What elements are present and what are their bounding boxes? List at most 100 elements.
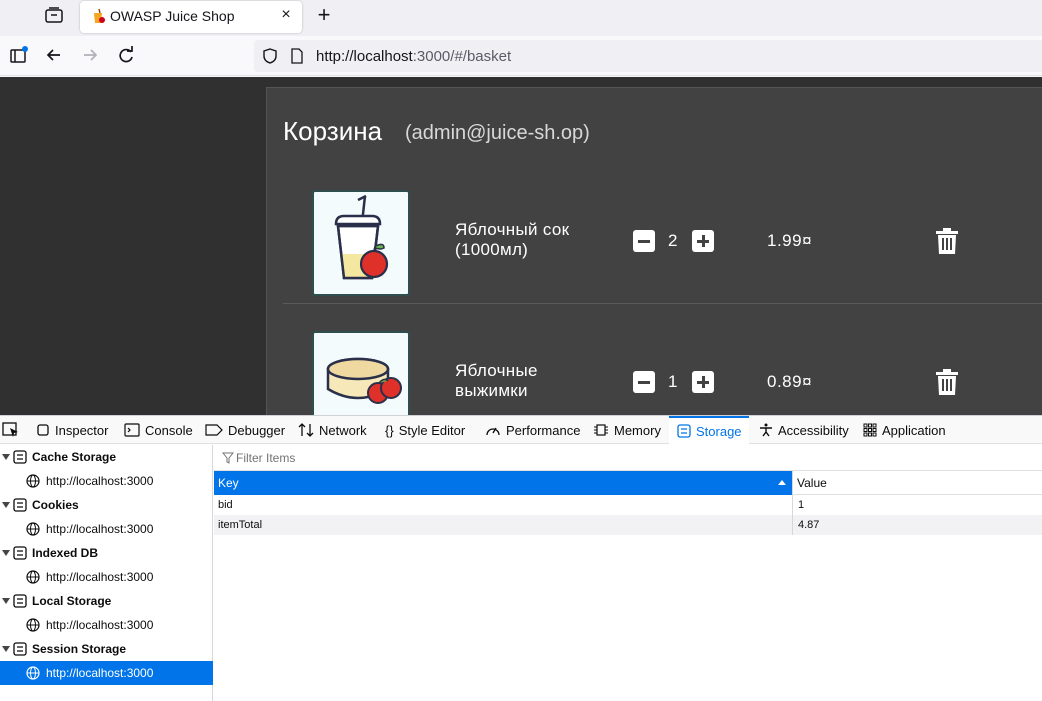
tab-storage[interactable]: Storage xyxy=(669,416,749,444)
url-text: http://localhost:3000/#/basket xyxy=(316,48,511,65)
filter-items-input[interactable] xyxy=(236,449,836,467)
expand-toggle-icon[interactable] xyxy=(2,598,10,604)
tab-application[interactable]: Application xyxy=(863,416,946,444)
performance-icon xyxy=(486,427,500,436)
item-price: 0.89¤ xyxy=(767,372,813,391)
tab-memory[interactable]: Memory xyxy=(593,416,661,444)
tab-network[interactable]: Network xyxy=(298,416,367,444)
storage-category-icon xyxy=(13,450,27,464)
expand-toggle-icon[interactable] xyxy=(2,454,10,460)
forward-icon[interactable] xyxy=(79,44,101,66)
expand-toggle-icon[interactable] xyxy=(2,550,10,556)
quantity-value: 1 xyxy=(668,372,678,391)
page-info-icon[interactable] xyxy=(290,48,304,64)
inspector-icon xyxy=(37,424,49,436)
globe-icon xyxy=(26,570,40,584)
tree-host-item[interactable]: http://localhost:3000 xyxy=(0,565,213,589)
tree-host-label: http://localhost:3000 xyxy=(46,522,154,536)
tree-category-cookies[interactable]: Cookies xyxy=(0,493,213,517)
tree-host-item[interactable]: http://localhost:3000 xyxy=(0,517,213,541)
basket-card: Корзина (admin@juice-sh.op) Яблочный сок… xyxy=(266,87,1042,415)
tree-host-item-selected[interactable]: http://localhost:3000 xyxy=(0,661,213,685)
table-row[interactable]: itemTotal 4.87 xyxy=(214,515,1042,535)
tab-accessibility[interactable]: Accessibility xyxy=(759,416,849,444)
table-cell-value: 4.87 xyxy=(798,519,820,531)
filter-icon xyxy=(222,452,234,464)
tree-category-label: Indexed DB xyxy=(32,546,99,560)
back-icon[interactable] xyxy=(43,44,65,66)
tree-host-item[interactable]: http://localhost:3000 xyxy=(0,469,213,493)
table-cell-key: itemTotal xyxy=(218,519,263,531)
column-header-key[interactable]: Key xyxy=(214,471,792,495)
reload-icon[interactable] xyxy=(115,44,137,66)
tab-console[interactable]: Console xyxy=(124,416,193,444)
page-viewport: Корзина (admin@juice-sh.op) Яблочный сок… xyxy=(0,77,1042,415)
tab-performance[interactable]: Performance xyxy=(485,416,580,444)
quantity-value: 2 xyxy=(668,231,678,250)
tab-label: Debugger xyxy=(228,422,286,438)
globe-icon xyxy=(26,522,40,536)
tab-label: Inspector xyxy=(55,422,109,438)
tab-inspector[interactable]: Inspector xyxy=(36,416,108,444)
console-icon xyxy=(124,423,140,437)
tracking-protection-icon[interactable] xyxy=(262,48,278,64)
url-host: http://localhost xyxy=(316,48,413,65)
tree-category-label: Local Storage xyxy=(32,594,112,608)
decrease-quantity-button[interactable] xyxy=(633,371,655,393)
table-row[interactable]: bid 1 xyxy=(214,495,1042,515)
basket-item-row: Яблочный сок (1000мл) 2 1.99¤ xyxy=(283,178,1042,304)
item-price: 1.99¤ xyxy=(767,231,813,250)
browser-tab[interactable]: OWASP Juice Shop × xyxy=(80,1,302,33)
expand-toggle-icon[interactable] xyxy=(2,502,10,508)
column-divider xyxy=(792,515,793,535)
tab-title: OWASP Juice Shop xyxy=(110,8,235,24)
tree-category-session-storage[interactable]: Session Storage xyxy=(0,637,213,661)
decrease-quantity-button[interactable] xyxy=(633,230,655,252)
globe-icon xyxy=(26,618,40,632)
storage-category-icon xyxy=(13,546,27,560)
style-editor-icon: {} xyxy=(385,422,394,438)
globe-icon xyxy=(26,666,40,680)
column-header-value-label: Value xyxy=(797,476,827,490)
tab-style-editor[interactable]: {} Style Editor xyxy=(385,416,465,444)
tree-category-cache-storage[interactable]: Cache Storage xyxy=(0,445,213,469)
navigation-toolbar: http://localhost:3000/#/basket xyxy=(0,36,1042,76)
column-header-value[interactable]: Value xyxy=(792,471,1042,495)
tab-debugger[interactable]: Debugger xyxy=(205,416,285,444)
tab-overview-icon[interactable] xyxy=(44,6,64,24)
table-cell-value: 1 xyxy=(798,499,805,511)
tree-host-label: http://localhost:3000 xyxy=(46,666,154,680)
tree-category-label: Cache Storage xyxy=(32,450,117,464)
new-tab-button[interactable]: + xyxy=(312,4,336,28)
delete-item-icon[interactable] xyxy=(935,228,959,254)
tree-category-local-storage[interactable]: Local Storage xyxy=(0,589,213,613)
storage-category-icon xyxy=(13,498,27,512)
tab-label: Network xyxy=(319,422,367,438)
storage-category-icon xyxy=(13,642,27,656)
tab-label: Accessibility xyxy=(778,422,849,438)
storage-tree: Cache Storage http://localhost:3000 Cook… xyxy=(0,445,213,701)
element-picker-icon[interactable] xyxy=(2,422,20,438)
tab-label: Application xyxy=(882,422,946,438)
sidebar-icon[interactable] xyxy=(8,44,30,66)
juice-shop-favicon-icon xyxy=(94,8,105,23)
tree-host-label: http://localhost:3000 xyxy=(46,474,154,488)
expand-toggle-icon[interactable] xyxy=(2,646,10,652)
tree-category-label: Cookies xyxy=(32,498,79,512)
product-name: Яблочный сок (1000мл) xyxy=(455,220,570,259)
product-name: Яблочные выжимки xyxy=(455,361,538,400)
increase-quantity-button[interactable] xyxy=(692,371,714,393)
increase-quantity-button[interactable] xyxy=(692,230,714,252)
tree-host-item[interactable]: http://localhost:3000 xyxy=(0,613,213,637)
storage-table-header: Key Value xyxy=(214,471,1042,495)
tree-category-label: Session Storage xyxy=(32,642,127,656)
address-bar[interactable]: http://localhost:3000/#/basket xyxy=(254,40,1042,72)
tab-strip: OWASP Juice Shop × + xyxy=(0,0,1042,36)
filter-bar xyxy=(214,445,1042,471)
delete-item-icon[interactable] xyxy=(935,369,959,395)
tree-category-indexed-db[interactable]: Indexed DB xyxy=(0,541,213,565)
tab-label: Storage xyxy=(696,423,742,439)
close-tab-icon[interactable]: × xyxy=(276,5,296,25)
network-icon xyxy=(298,423,314,437)
sort-ascending-icon xyxy=(778,480,786,485)
